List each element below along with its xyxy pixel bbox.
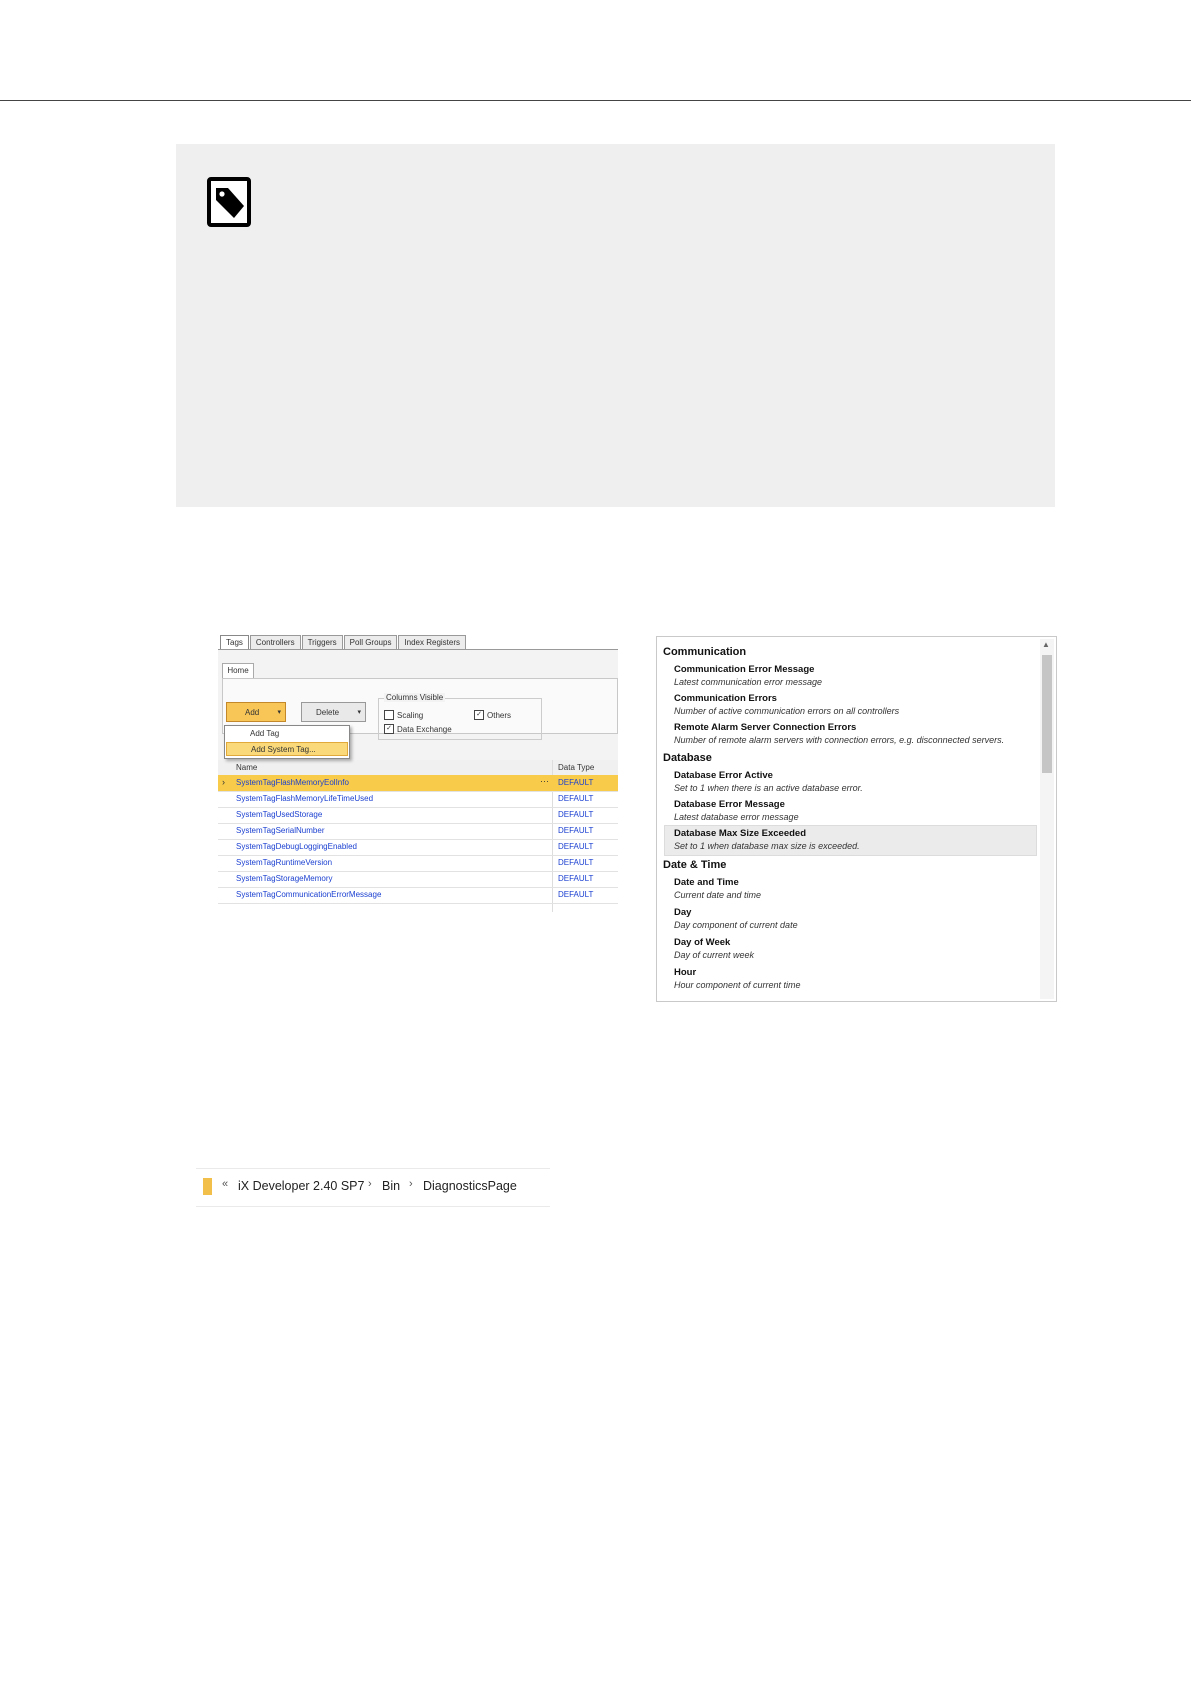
- cell-type[interactable]: DEFAULT: [558, 858, 593, 867]
- divider: [196, 1168, 550, 1169]
- breadcrumb-item[interactable]: DiagnosticsPage: [423, 1179, 517, 1193]
- chevron-down-icon[interactable]: ▾: [357, 703, 361, 723]
- ribbon-tab-home[interactable]: Home: [222, 663, 254, 678]
- tab-index-registers[interactable]: Index Registers: [398, 635, 467, 650]
- tab-triggers[interactable]: Triggers: [301, 635, 343, 650]
- system-tags-list: Communication Communication Error Messag…: [656, 636, 1057, 1002]
- breadcrumb-item[interactable]: iX Developer 2.40 SP7: [238, 1179, 364, 1193]
- category-date-time: Date & Time: [663, 859, 727, 871]
- folder-icon: [203, 1178, 212, 1195]
- add-button[interactable]: Add ▾: [226, 702, 286, 722]
- list-item-title[interactable]: Date and Time: [674, 877, 739, 888]
- cell-name[interactable]: SystemTagUsedStorage: [236, 810, 322, 819]
- cell-type[interactable]: DEFAULT: [558, 794, 593, 803]
- menu-item-label: Add System Tag...: [251, 745, 316, 754]
- others-checkbox[interactable]: ✓ Others: [474, 710, 511, 720]
- list-item-title[interactable]: Database Error Active: [674, 770, 773, 781]
- add-button-label: Add: [245, 708, 260, 717]
- cell-type[interactable]: DEFAULT: [558, 874, 593, 883]
- add-dropdown-menu: Add Tag Add System Tag...: [224, 725, 350, 759]
- note-box: [176, 144, 1055, 507]
- list-item-desc: Current date and time: [674, 890, 762, 900]
- double-chevron-icon[interactable]: «: [222, 1178, 228, 1190]
- list-item-desc: Latest communication error message: [674, 677, 823, 687]
- tab-tags[interactable]: Tags: [220, 635, 249, 650]
- row-pointer-icon: ›: [222, 777, 225, 787]
- table-row[interactable]: SystemTagDebugLoggingEnabled DEFAULT: [218, 839, 618, 856]
- cell-name[interactable]: SystemTagDebugLoggingEnabled: [236, 842, 357, 851]
- chevron-down-icon[interactable]: ▾: [277, 703, 281, 723]
- chevron-up-icon[interactable]: ▲: [1042, 640, 1050, 649]
- list-item-title[interactable]: Day: [674, 907, 691, 918]
- cell-type[interactable]: DEFAULT: [558, 890, 593, 899]
- scaling-checkbox[interactable]: Scaling: [384, 710, 423, 720]
- cell-type[interactable]: DEFAULT: [558, 842, 593, 851]
- tag-editor-screenshot: Tags Controllers Triggers Poll Groups In…: [216, 632, 618, 912]
- list-item-title[interactable]: Database Max Size Exceeded: [674, 828, 806, 839]
- list-item-title[interactable]: Remote Alarm Server Connection Errors: [674, 722, 856, 733]
- list-item-desc: Latest database error message: [674, 812, 799, 822]
- list-item-desc: Day component of current date: [674, 920, 798, 930]
- checkbox-label: Scaling: [397, 710, 424, 720]
- category-communication: Communication: [663, 646, 747, 658]
- breadcrumb: « iX Developer 2.40 SP7 › Bin › Diagnost…: [196, 1168, 550, 1208]
- menu-item-add-tag[interactable]: Add Tag: [226, 727, 348, 741]
- breadcrumb-item[interactable]: Bin: [382, 1179, 400, 1193]
- tab-controllers[interactable]: Controllers: [249, 635, 301, 650]
- menu-item-label: Add Tag: [250, 729, 280, 738]
- table-row[interactable]: SystemTagSerialNumber DEFAULT: [218, 823, 618, 840]
- table-row[interactable]: SystemTagFlashMemoryLifeTimeUsed DEFAULT: [218, 791, 618, 808]
- vertical-scrollbar[interactable]: ▲: [1040, 639, 1054, 999]
- ellipsis-icon[interactable]: ···: [540, 776, 549, 786]
- tab-poll-groups[interactable]: Poll Groups: [343, 635, 398, 650]
- checkbox-label: Data Exchange: [397, 724, 452, 734]
- category-database: Database: [663, 752, 712, 764]
- checkmark-icon[interactable]: ✓: [384, 724, 394, 734]
- list-item-desc: Set to 1 when database max size is excee…: [674, 841, 860, 851]
- table-row[interactable]: SystemTagUsedStorage DEFAULT: [218, 807, 618, 824]
- list-item-desc: Set to 1 when there is an active databas…: [674, 783, 863, 793]
- checkbox-label: Others: [487, 710, 512, 720]
- cell-type[interactable]: DEFAULT: [558, 778, 593, 787]
- table-row[interactable]: SystemTagRuntimeVersion DEFAULT: [218, 855, 618, 872]
- note-tag-icon: [207, 177, 251, 227]
- checkbox-box[interactable]: [384, 710, 394, 720]
- cell-name[interactable]: SystemTagFlashMemoryEolInfo: [236, 778, 349, 787]
- cell-name[interactable]: SystemTagRuntimeVersion: [236, 858, 332, 867]
- column-header-name[interactable]: Name: [236, 763, 257, 772]
- list-item-title[interactable]: Communication Error Message: [674, 664, 814, 675]
- data-exchange-checkbox[interactable]: ✓ Data Exchange: [384, 724, 452, 734]
- delete-button-label: Delete: [316, 708, 340, 717]
- cell-type[interactable]: DEFAULT: [558, 810, 593, 819]
- cell-name[interactable]: SystemTagStorageMemory: [236, 874, 332, 883]
- list-item-desc: Number of active communication errors on…: [674, 706, 900, 716]
- grid-header: Name Data Type: [218, 760, 618, 776]
- cell-name[interactable]: SystemTagFlashMemoryLifeTimeUsed: [236, 794, 373, 803]
- column-header-data-type[interactable]: Data Type: [558, 763, 594, 772]
- tab-bar: Tags Controllers Triggers Poll Groups In…: [220, 635, 467, 650]
- list-item-title[interactable]: Communication Errors: [674, 693, 777, 704]
- delete-button[interactable]: Delete ▾: [301, 702, 366, 722]
- table-row[interactable]: SystemTagStorageMemory DEFAULT: [218, 871, 618, 888]
- chevron-right-icon[interactable]: ›: [409, 1178, 413, 1190]
- header-rule: [0, 100, 1191, 101]
- divider: [196, 1206, 550, 1207]
- list-item-desc: Number of remote alarm servers with conn…: [674, 735, 1005, 745]
- list-item-title[interactable]: Database Error Message: [674, 799, 785, 810]
- list-item-desc: Day of current week: [674, 950, 755, 960]
- cell-name[interactable]: SystemTagSerialNumber: [236, 826, 324, 835]
- tags-grid: Name Data Type › SystemTagFlashMemoryEol…: [218, 760, 618, 912]
- chevron-right-icon[interactable]: ›: [368, 1178, 372, 1190]
- table-row[interactable]: SystemTagCommunicationErrorMessage DEFAU…: [218, 887, 618, 904]
- list-item-title[interactable]: Hour: [674, 967, 696, 978]
- checkmark-icon[interactable]: ✓: [474, 710, 484, 720]
- menu-item-add-system-tag[interactable]: Add System Tag...: [226, 742, 348, 756]
- cell-name[interactable]: SystemTagCommunicationErrorMessage: [236, 890, 381, 899]
- list-item-title[interactable]: Day of Week: [674, 937, 730, 948]
- columns-visible-label: Columns Visible: [384, 693, 446, 702]
- cell-type[interactable]: DEFAULT: [558, 826, 593, 835]
- table-row[interactable]: › SystemTagFlashMemoryEolInfo ··· DEFAUL…: [218, 775, 618, 792]
- list-item-desc: Hour component of current time: [674, 980, 801, 990]
- scrollbar-thumb[interactable]: [1042, 655, 1052, 773]
